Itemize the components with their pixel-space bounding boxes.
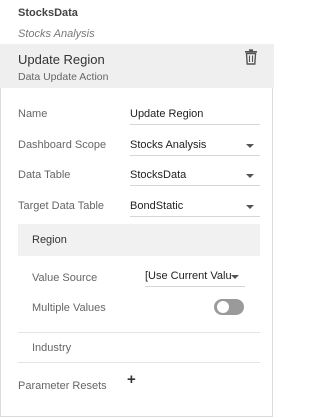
multiple-values-toggle[interactable] bbox=[214, 299, 244, 315]
data-table-value: StocksData bbox=[130, 169, 187, 181]
multiple-values-label: Multiple Values bbox=[32, 302, 106, 314]
target-data-table-label: Target Data Table bbox=[18, 200, 105, 212]
divider bbox=[18, 362, 260, 363]
chevron-down-icon bbox=[246, 144, 254, 148]
action-header[interactable]: Update Region Data Update Action bbox=[0, 44, 274, 88]
chevron-down-icon bbox=[246, 205, 254, 209]
data-source-header: StocksData Stocks Analysis bbox=[0, 0, 274, 44]
plus-icon[interactable]: + bbox=[127, 372, 136, 387]
data-source-subtitle: Stocks Analysis bbox=[18, 28, 95, 40]
dashboard-scope-select[interactable]: Stocks Analysis bbox=[130, 137, 260, 156]
industry-section-header[interactable]: Industry bbox=[32, 342, 71, 354]
value-source-select[interactable]: [Use Current Valu bbox=[145, 268, 245, 287]
region-title: Region bbox=[32, 234, 67, 246]
chevron-down-icon bbox=[231, 275, 239, 279]
target-data-table-select[interactable]: BondStatic bbox=[130, 198, 260, 217]
target-data-table-value: BondStatic bbox=[130, 200, 184, 212]
action-title: Update Region bbox=[18, 52, 105, 67]
parameter-resets-label: Parameter Resets bbox=[18, 380, 107, 392]
data-source-name: StocksData bbox=[18, 7, 78, 19]
name-value: Update Region bbox=[130, 108, 204, 120]
trash-icon[interactable] bbox=[244, 49, 258, 65]
chevron-down-icon bbox=[246, 174, 254, 178]
divider bbox=[18, 332, 260, 333]
region-section-header[interactable]: Region bbox=[18, 224, 260, 256]
value-source-label: Value Source bbox=[32, 272, 98, 284]
data-table-select[interactable]: StocksData bbox=[130, 167, 260, 186]
name-label: Name bbox=[18, 108, 48, 120]
dashboard-scope-value: Stocks Analysis bbox=[130, 139, 207, 151]
dashboard-scope-label: Dashboard Scope bbox=[18, 139, 107, 151]
toggle-knob bbox=[217, 301, 229, 313]
action-type: Data Update Action bbox=[18, 71, 109, 83]
name-input[interactable]: Update Region bbox=[130, 106, 260, 125]
value-source-value: [Use Current Valu bbox=[145, 270, 232, 282]
data-table-label: Data Table bbox=[18, 169, 71, 181]
